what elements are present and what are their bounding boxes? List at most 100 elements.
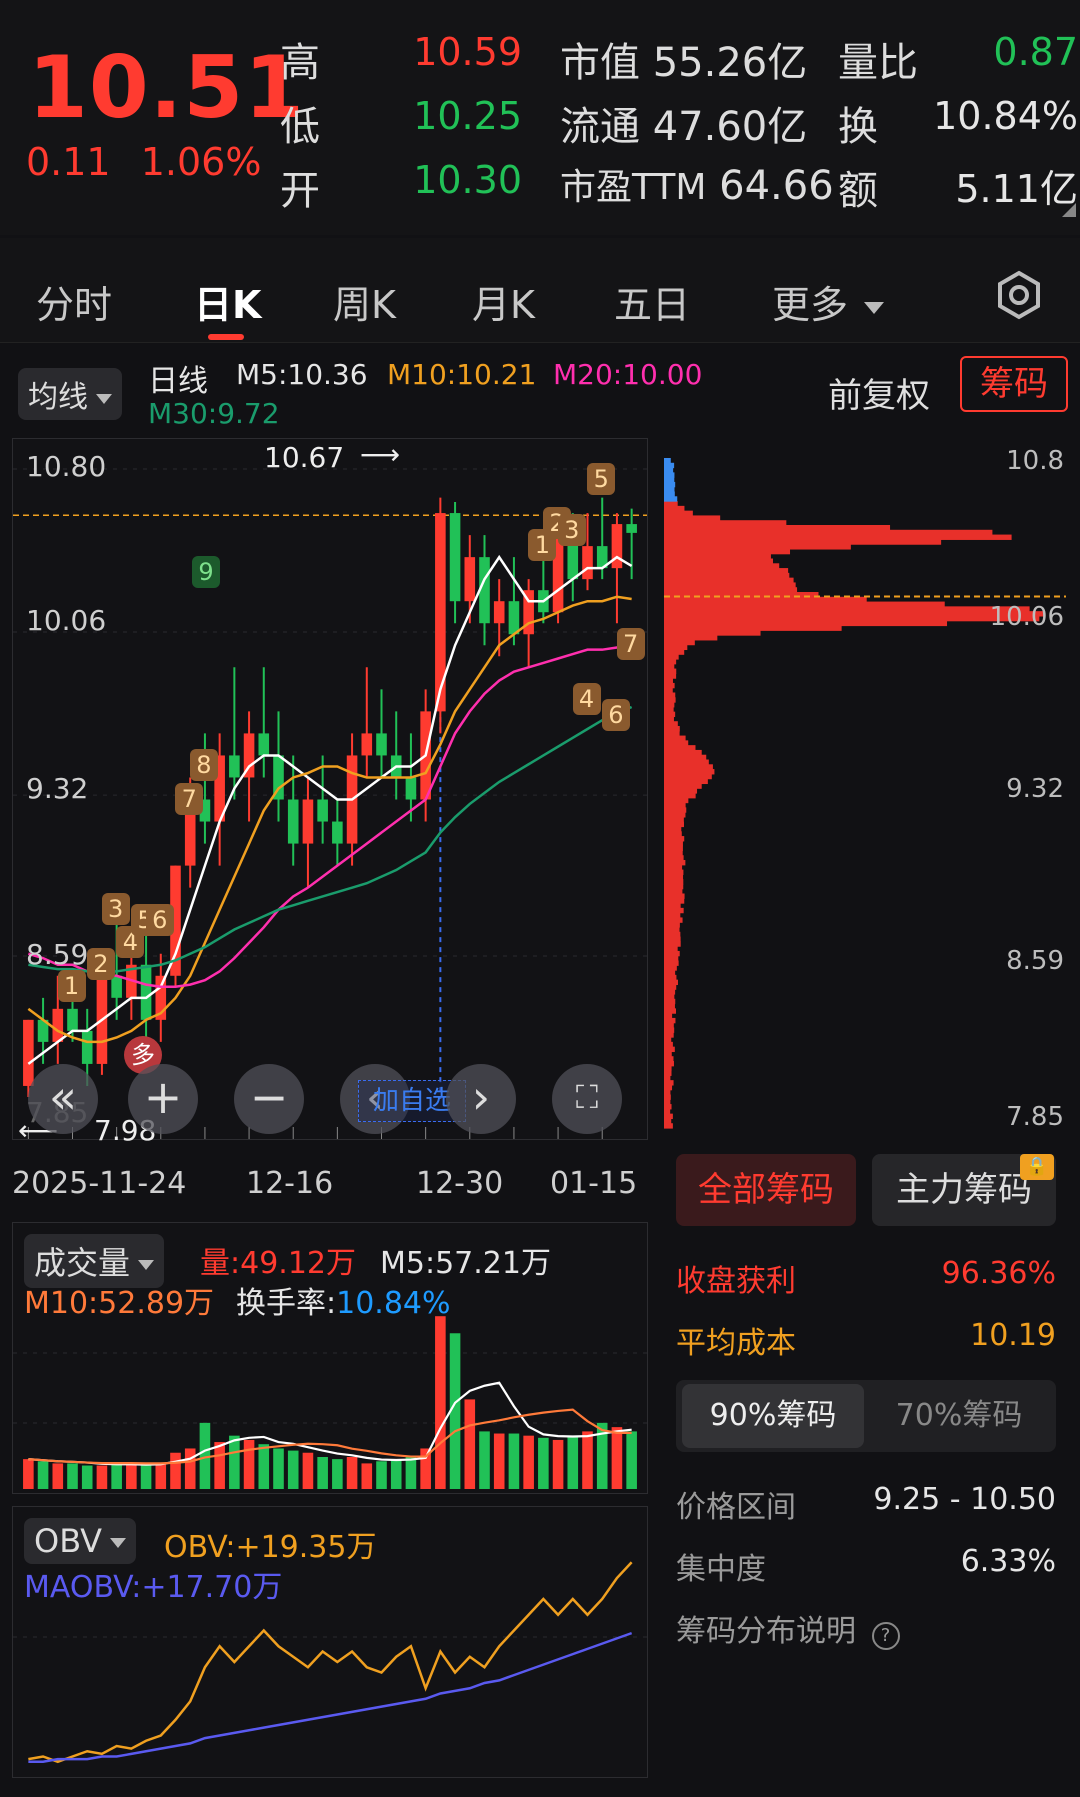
chip-bar bbox=[664, 994, 674, 999]
volume-bar bbox=[244, 1440, 255, 1489]
volume-bar bbox=[464, 1399, 475, 1489]
volume-bar bbox=[111, 1463, 122, 1489]
chip-bar bbox=[664, 654, 679, 659]
volume-bar bbox=[97, 1466, 108, 1489]
active-tab-indicator bbox=[208, 334, 244, 340]
volume-bar bbox=[273, 1448, 284, 1489]
candle-body bbox=[406, 777, 417, 799]
chip-bar bbox=[664, 1008, 676, 1013]
scroll-right-button[interactable]: › bbox=[446, 1064, 516, 1134]
chip-bar bbox=[664, 937, 681, 942]
chip-bar bbox=[664, 1071, 672, 1076]
arrow-right-icon: ⟶ bbox=[360, 438, 400, 471]
chip-bar bbox=[664, 1118, 671, 1123]
chip-bar bbox=[664, 578, 794, 583]
signal-marker-9: 9 bbox=[192, 556, 220, 588]
volume-bar bbox=[52, 1463, 63, 1489]
tab-weekly-k[interactable]: 周K bbox=[333, 274, 396, 329]
obv-selector[interactable]: OBV bbox=[24, 1518, 136, 1564]
tab-monthly-k[interactable]: 月K bbox=[472, 274, 535, 329]
chip-bar bbox=[664, 539, 941, 544]
adjust-mode[interactable]: 前复权 bbox=[828, 368, 930, 417]
chip-bar bbox=[664, 721, 678, 726]
volume-bar bbox=[347, 1457, 358, 1489]
candle-body bbox=[52, 1009, 63, 1042]
mktcap-label: 市值 bbox=[560, 40, 640, 86]
tab-all-chips[interactable]: 全部筹码 bbox=[676, 1154, 856, 1226]
x-label-4: 01-15 bbox=[550, 1166, 637, 1201]
chips-toggle-button[interactable]: 筹码 bbox=[960, 356, 1068, 412]
zoom-out-button[interactable]: − bbox=[234, 1064, 304, 1134]
tab-daily-k[interactable]: 日K bbox=[194, 274, 261, 329]
scroll-left-fast-button[interactable]: « bbox=[28, 1064, 98, 1134]
signal-marker: 3 bbox=[558, 514, 586, 546]
chip-bar bbox=[664, 716, 674, 721]
zoom-in-button[interactable]: + bbox=[128, 1064, 198, 1134]
chip-bar bbox=[664, 1109, 670, 1114]
price-range-value: 9.25 - 10.50 bbox=[816, 1482, 1056, 1517]
chip-bar bbox=[664, 1075, 670, 1080]
chip-bar bbox=[664, 496, 677, 501]
chip-bar bbox=[664, 879, 683, 884]
fullscreen-icon: ⛶ bbox=[576, 1078, 598, 1116]
tab-90-chips[interactable]: 90%筹码 bbox=[682, 1384, 864, 1448]
fullscreen-button[interactable]: ⛶ bbox=[552, 1064, 622, 1134]
tab-more[interactable]: 更多 bbox=[772, 274, 884, 329]
chip-bar bbox=[664, 769, 714, 774]
tab-more-label: 更多 bbox=[772, 283, 848, 327]
chip-bar bbox=[664, 482, 675, 487]
mktcap: 市值 55.26亿 bbox=[560, 30, 807, 88]
turnover-label: 换 bbox=[838, 94, 878, 152]
chevron-down-icon bbox=[110, 1538, 126, 1548]
tab-70-chips[interactable]: 70%筹码 bbox=[868, 1384, 1050, 1448]
chip-bar bbox=[664, 487, 674, 492]
ma30-value: M30:9.72 bbox=[148, 397, 280, 430]
candle-body bbox=[612, 524, 623, 568]
x-label-2: 12-16 bbox=[246, 1166, 333, 1201]
ma-type: 日线 bbox=[148, 356, 208, 400]
chip-bar bbox=[664, 458, 671, 463]
volume-bar bbox=[288, 1451, 299, 1489]
chip-help-link[interactable]: 筹码分布说明 ? bbox=[676, 1606, 900, 1650]
high-value: 10.59 bbox=[382, 30, 522, 74]
volume-bar bbox=[582, 1431, 593, 1489]
price-range-label: 价格区间 bbox=[676, 1482, 796, 1526]
chip-bar bbox=[664, 515, 720, 520]
chip-bar bbox=[664, 970, 675, 975]
chip-bar bbox=[664, 798, 688, 803]
chip-bar bbox=[664, 860, 685, 865]
price-change-value: 0.11 bbox=[26, 140, 111, 184]
chip-bar bbox=[664, 927, 680, 932]
maobv-line bbox=[28, 1633, 631, 1762]
amount-value: 5.11亿 bbox=[900, 158, 1078, 213]
chip-bar bbox=[664, 477, 674, 482]
chip-bar bbox=[664, 898, 684, 903]
ma10-value: M10:10.21 bbox=[387, 358, 536, 391]
ma5-value: M5:10.36 bbox=[236, 358, 368, 391]
settings-hexagon-icon[interactable] bbox=[994, 270, 1044, 320]
low-label: 低 bbox=[280, 94, 320, 152]
chip-bar bbox=[664, 602, 945, 607]
chip-bar bbox=[664, 1123, 673, 1128]
tab-intraday[interactable]: 分时 bbox=[36, 274, 112, 329]
chip-bar bbox=[664, 525, 890, 530]
volume-bar bbox=[23, 1459, 34, 1489]
candle-body bbox=[229, 755, 240, 777]
chip-bar bbox=[664, 961, 679, 966]
ma-selector[interactable]: 均线 bbox=[18, 368, 122, 420]
chip-bar bbox=[664, 549, 790, 554]
chip-bar bbox=[664, 506, 684, 511]
tab-five-day[interactable]: 五日 bbox=[614, 274, 690, 329]
chip-bar bbox=[664, 803, 686, 808]
chip-bar bbox=[664, 568, 788, 573]
y-label-1: 10.80 bbox=[26, 450, 106, 483]
chip-bar bbox=[664, 764, 713, 769]
open-value: 10.30 bbox=[382, 158, 522, 202]
volume-bar bbox=[126, 1463, 137, 1489]
chip-bar bbox=[664, 492, 675, 497]
chip-bar bbox=[664, 559, 773, 564]
volume-bar bbox=[567, 1436, 578, 1489]
chip-bar bbox=[664, 649, 684, 654]
chip-bar bbox=[664, 932, 680, 937]
chip-bar bbox=[664, 1032, 674, 1037]
